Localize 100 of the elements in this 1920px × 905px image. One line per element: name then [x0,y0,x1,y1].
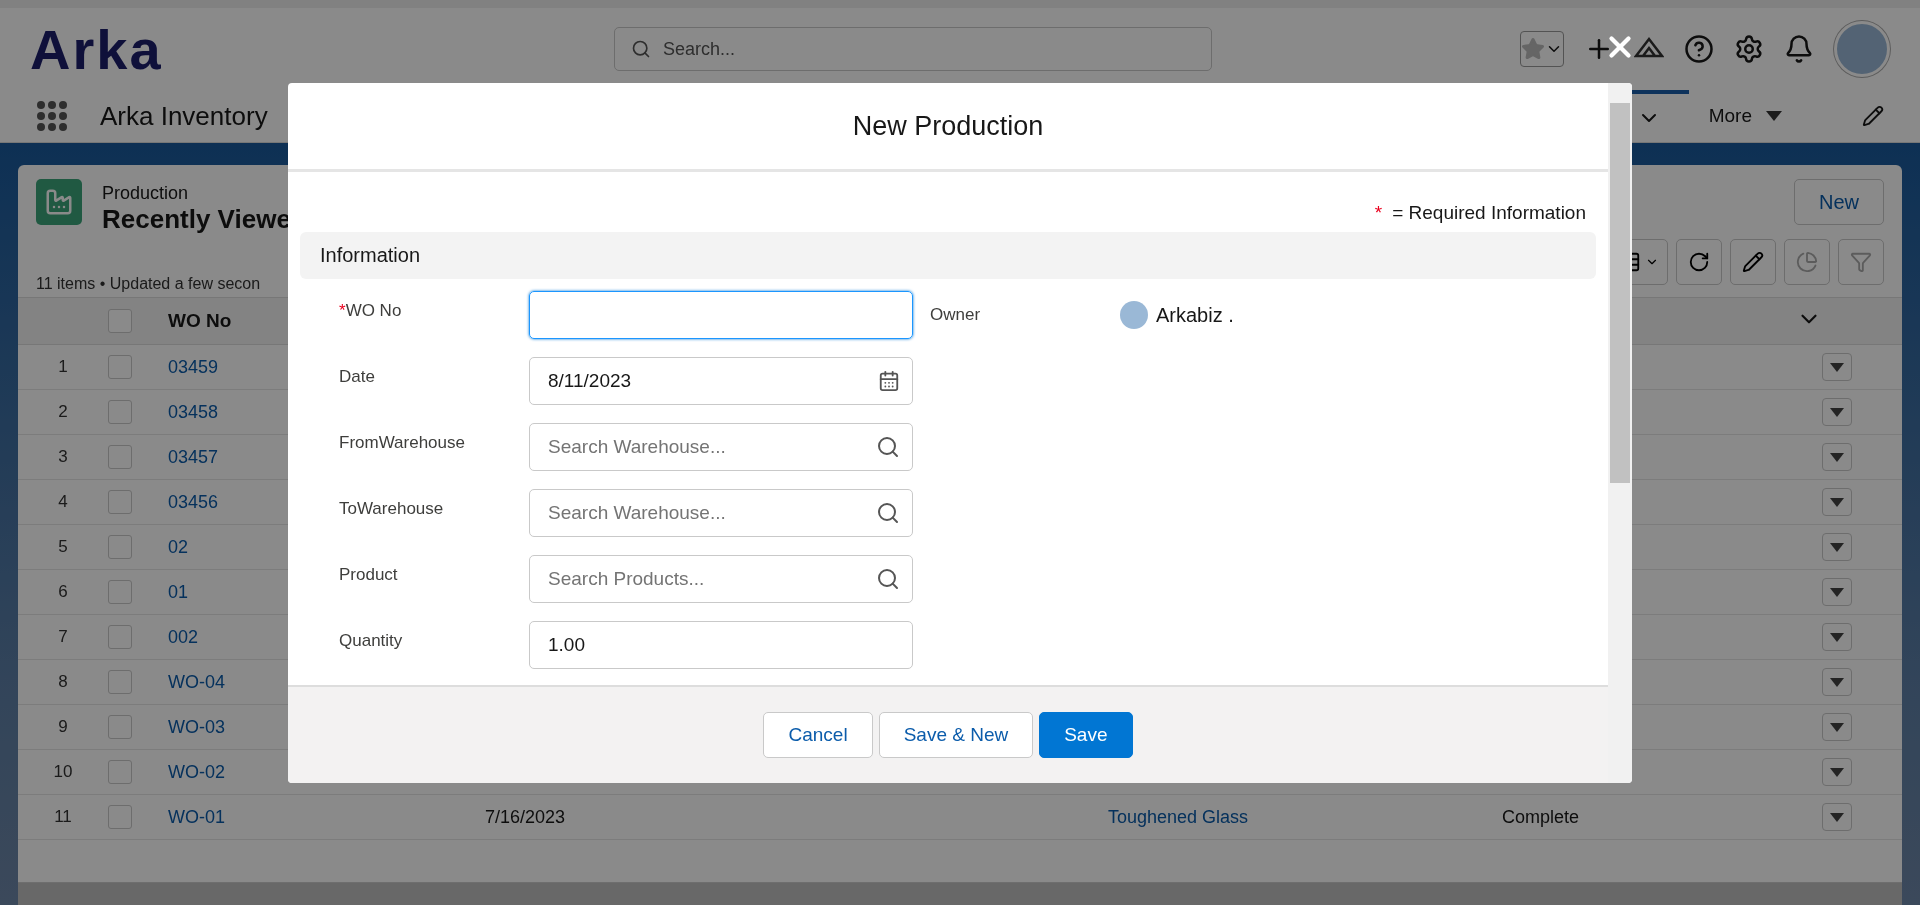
checkbox[interactable] [108,309,132,333]
horizontal-scrollbar[interactable] [18,882,1902,905]
input-field[interactable] [529,291,913,339]
owner-name[interactable]: Arkabiz . [1156,303,1234,327]
search-field[interactable]: Search... [614,27,1212,71]
table-cell-text: Complete [1502,806,1581,828]
row-number: 3 [57,447,69,467]
pie-chart-icon [1796,251,1818,273]
search-icon [631,39,651,59]
input-field[interactable]: 1.00 [529,621,913,669]
row-number: 9 [57,717,69,737]
row-action-button[interactable] [1822,443,1852,471]
row-action-button[interactable] [1822,578,1852,606]
required-asterisk: * [1374,202,1383,224]
checkbox[interactable] [108,445,132,469]
checkbox[interactable] [108,400,132,424]
checkbox[interactable] [108,535,132,559]
search-icon [876,435,900,459]
caret-icon [1830,497,1844,507]
new-button[interactable]: New [1794,179,1884,225]
modal-title: New Production [852,110,1044,142]
row-action-button[interactable] [1822,713,1852,741]
caret-icon [1830,767,1844,777]
pencil-icon [1742,251,1764,273]
input-field[interactable]: Search Warehouse... [529,423,913,471]
bell-icon[interactable] [1784,34,1814,64]
field-label: FromWarehouse [339,432,466,453]
list-summary: 11 items • Updated a few secon [36,275,262,293]
row-number: 7 [57,627,69,647]
row-number: 5 [57,537,69,557]
factory-icon [36,179,82,225]
footer-button[interactable]: Save & New [878,712,1034,758]
checkbox[interactable] [108,580,132,604]
product-link[interactable]: Toughened Glass [1108,806,1502,828]
logo: Arka [30,16,164,82]
search-input[interactable]: Search... [661,37,1195,61]
edit-icon[interactable] [1862,105,1884,127]
section-header: Information [300,232,1596,279]
avatar [1120,301,1148,329]
row-action-button[interactable] [1822,668,1852,696]
list-view-name[interactable]: Recently Viewe [102,204,291,235]
filter-icon [1850,251,1872,273]
input-field[interactable]: Search Warehouse... [529,489,913,537]
settings-icon[interactable] [1734,34,1764,64]
footer-button[interactable]: Cancel [763,712,873,758]
row-action-button[interactable] [1822,488,1852,516]
caret-icon [1830,542,1844,552]
field-label: Quantity [339,630,404,651]
refresh-icon [1688,251,1710,273]
row-number: 6 [57,582,69,602]
search-icon [876,567,900,591]
refresh-button[interactable] [1676,239,1722,285]
edit-button[interactable] [1730,239,1776,285]
required-note: = Required Information [1392,202,1586,224]
row-action-button[interactable] [1822,803,1852,831]
field-label: Date [339,366,376,387]
input-field[interactable]: Search Products... [529,555,913,603]
caret-icon [1830,722,1844,732]
app-launcher-icon[interactable] [36,100,68,132]
field-label: ToWarehouse [339,498,445,519]
row-number: 11 [53,807,73,827]
caret-icon [1830,452,1844,462]
more-tab[interactable]: More [1708,105,1782,127]
caret-icon [1830,407,1844,417]
checkbox[interactable] [108,760,132,784]
row-action-button[interactable] [1822,533,1852,561]
checkbox[interactable] [108,355,132,379]
row-action-button[interactable] [1822,398,1852,426]
row-number: 4 [57,492,69,512]
table-cell-text: 7/16/2023 [485,806,567,828]
app-name: Arka Inventory [100,100,268,132]
caret-icon [1766,111,1782,121]
row-action-button[interactable] [1822,623,1852,651]
row-action-button[interactable] [1822,758,1852,786]
row-number: 1 [57,357,69,377]
field-label: Owner [930,305,982,325]
checkbox[interactable] [108,490,132,514]
row-number: 2 [57,402,69,422]
checkbox[interactable] [108,625,132,649]
search-icon [876,501,900,525]
checkbox[interactable] [108,670,132,694]
checkbox[interactable] [108,715,132,739]
caret-icon [1830,587,1844,597]
save-button[interactable]: Save [1039,712,1133,758]
input-field[interactable]: 8/11/2023 [529,357,913,405]
object-name: Production [102,183,190,204]
caret-icon [1830,812,1844,822]
vertical-scrollbar[interactable] [1608,83,1632,783]
field-label: Product [339,564,399,585]
caret-icon [1830,632,1844,642]
caret-icon [1830,677,1844,687]
star-icon [1521,37,1545,61]
record-link[interactable]: WO-01 [168,806,485,828]
row-action-button[interactable] [1822,353,1852,381]
caret-icon [1830,362,1844,372]
help-icon[interactable] [1684,34,1714,64]
checkbox[interactable] [108,805,132,829]
row-number: 8 [57,672,69,692]
calendar-icon [878,370,900,392]
row-number: 10 [52,762,74,782]
